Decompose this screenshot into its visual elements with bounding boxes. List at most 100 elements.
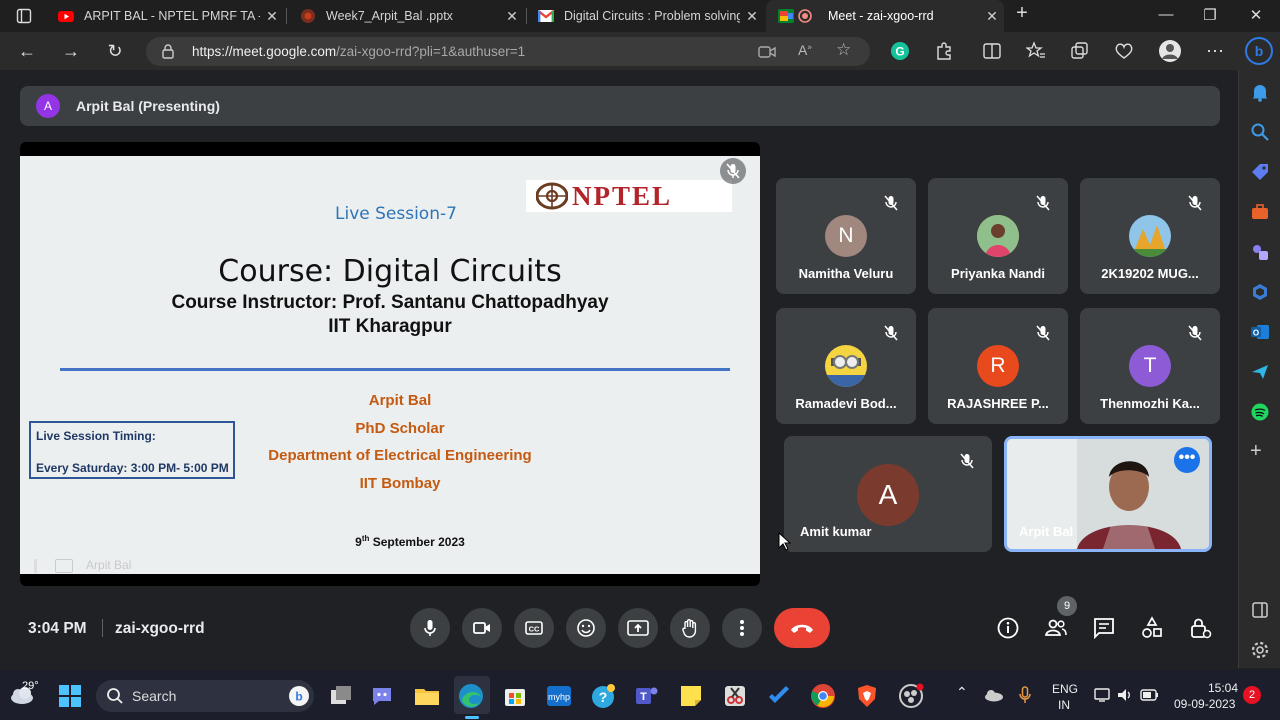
spotify-icon[interactable] (1250, 402, 1270, 422)
forward-button[interactable]: → (60, 40, 82, 62)
collections-icon[interactable] (1070, 41, 1090, 61)
hide-sidebar-icon[interactable] (1250, 600, 1270, 620)
mic-off-icon (1036, 325, 1050, 341)
reactions-button[interactable] (566, 608, 606, 648)
read-aloud-icon[interactable]: A» (798, 42, 812, 58)
teams-icon[interactable]: T (634, 683, 660, 709)
obs-icon[interactable] (898, 683, 924, 709)
people-icon[interactable] (1044, 616, 1068, 640)
captions-button[interactable]: CC (514, 608, 554, 648)
slide-instructor: Course Instructor: Prof. Santanu Chattop… (171, 292, 609, 313)
battery-icon[interactable] (1140, 688, 1160, 702)
chat-icon[interactable] (1092, 616, 1116, 640)
todo-icon[interactable] (766, 683, 792, 709)
browser-essentials-icon[interactable] (1114, 41, 1134, 61)
participant-tile[interactable]: T Thenmozhi Ka... (1080, 308, 1220, 424)
participant-tile[interactable]: Ramadevi Bod... (776, 308, 916, 424)
myhp-icon[interactable]: myhp (546, 683, 572, 709)
participant-tile[interactable]: 2K19202 MUG... (1080, 178, 1220, 294)
nptel-wheel-icon (536, 182, 568, 210)
back-button[interactable]: ← (16, 40, 38, 62)
more-options-button[interactable] (722, 608, 762, 648)
mic-in-use-icon[interactable] (1018, 686, 1032, 704)
tools-briefcase-icon[interactable] (1250, 202, 1270, 222)
notifications-bell-icon[interactable] (1250, 82, 1270, 102)
participant-name: Priyanka Nandi (951, 266, 1045, 281)
microsoft-store-icon[interactable] (502, 683, 528, 709)
activities-icon[interactable] (1140, 616, 1164, 640)
new-tab-button[interactable]: + (1010, 2, 1034, 25)
close-tab-icon[interactable]: ✕ (980, 8, 1004, 25)
grammarly-icon[interactable]: G (890, 41, 910, 61)
participant-tile[interactable]: A Amit kumar (784, 436, 992, 552)
split-screen-icon[interactable] (982, 41, 1002, 61)
network-icon[interactable] (1094, 687, 1112, 703)
camera-blocked-icon[interactable] (758, 44, 776, 60)
raise-hand-button[interactable] (670, 608, 710, 648)
show-hidden-icons[interactable]: ⌃ (956, 684, 968, 701)
participant-tile[interactable]: R RAJASHREE P... (928, 308, 1068, 424)
settings-more-button[interactable]: ⋯ (1204, 40, 1226, 62)
meeting-info-icon[interactable] (996, 616, 1020, 640)
tab-actions-icon[interactable] (16, 8, 32, 24)
present-button[interactable] (618, 608, 658, 648)
leave-call-button[interactable] (774, 608, 830, 648)
windows-start-icon[interactable] (58, 684, 82, 708)
close-tab-icon[interactable]: ✕ (260, 8, 284, 25)
participant-tile[interactable]: N Namitha Veluru (776, 178, 916, 294)
chrome-icon[interactable] (810, 683, 836, 709)
powerpoint-icon (301, 9, 315, 23)
tab-meet[interactable]: Meet - zai-xgoo-rrd ✕ (766, 0, 1004, 32)
camera-icon (473, 622, 490, 634)
volume-icon[interactable] (1116, 687, 1134, 703)
camera-button[interactable] (462, 608, 502, 648)
games-icon[interactable] (1250, 242, 1270, 262)
participant-tile[interactable]: Priyanka Nandi (928, 178, 1068, 294)
close-tab-icon[interactable]: ✕ (740, 8, 764, 25)
add-sidebar-app-icon[interactable]: + (1250, 440, 1262, 463)
address-bar[interactable]: https://meet.google.com/zai-xgoo-rrd?pli… (146, 37, 870, 66)
tab-youtube[interactable]: ARPIT BAL - NPTEL PMRF TA - Yo ✕ (46, 0, 284, 32)
shopping-tag-icon[interactable] (1250, 162, 1270, 182)
brave-icon[interactable] (854, 683, 880, 709)
file-explorer-icon[interactable] (414, 683, 440, 709)
bing-copilot-icon[interactable]: b (1244, 36, 1274, 66)
onedrive-icon[interactable] (984, 688, 1004, 702)
pin-icon[interactable] (34, 558, 44, 573)
tab-title: Digital Circuits : Problem solving (564, 9, 740, 23)
search-icon[interactable] (1250, 122, 1270, 142)
restore-button[interactable]: ❐ (1198, 6, 1222, 24)
more-options-icon[interactable]: ••• (1174, 447, 1200, 473)
sticky-notes-icon[interactable] (678, 683, 704, 709)
snipping-tool-icon[interactable] (722, 683, 748, 709)
send-icon[interactable] (1250, 362, 1270, 382)
task-view-icon[interactable] (328, 683, 354, 709)
minimize-button[interactable]: — (1154, 6, 1178, 23)
favorites-icon[interactable] (1026, 41, 1046, 61)
help-icon[interactable]: ? (590, 683, 616, 709)
tab-pptx[interactable]: Week7_Arpit_Bal .pptx ✕ (288, 0, 524, 32)
close-tab-icon[interactable]: ✕ (500, 8, 524, 25)
edge-browser-icon[interactable] (458, 683, 484, 709)
bing-icon: b (289, 686, 309, 706)
presentation-screen[interactable]: NPTEL Live Session-7 Course: Digital Cir… (20, 142, 760, 586)
favorite-star-icon[interactable]: ☆ (836, 40, 851, 60)
taskbar-search[interactable]: Search b (96, 680, 314, 712)
tab-gmail[interactable]: Digital Circuits : Problem solving ✕ (526, 0, 764, 32)
reload-button[interactable]: ↻ (104, 40, 126, 62)
notification-badge[interactable]: 2 (1243, 686, 1261, 704)
profile-avatar[interactable] (1158, 39, 1182, 63)
self-video-tile[interactable]: ••• Arpit Bal (1004, 436, 1212, 552)
microsoft365-icon[interactable] (1250, 282, 1270, 302)
participant-name: 2K19202 MUG... (1101, 266, 1199, 281)
extensions-icon[interactable] (934, 41, 954, 61)
host-controls-icon[interactable] (1188, 616, 1212, 640)
language-line1[interactable]: ENG (1052, 682, 1078, 696)
people-count-badge: 9 (1057, 596, 1077, 616)
microphone-button[interactable] (410, 608, 450, 648)
outlook-icon[interactable]: O (1250, 322, 1270, 342)
teams-chat-icon[interactable] (370, 683, 396, 709)
language-line2[interactable]: IN (1058, 698, 1070, 712)
gear-icon[interactable] (1250, 640, 1270, 660)
close-window-button[interactable]: ✕ (1244, 6, 1268, 24)
